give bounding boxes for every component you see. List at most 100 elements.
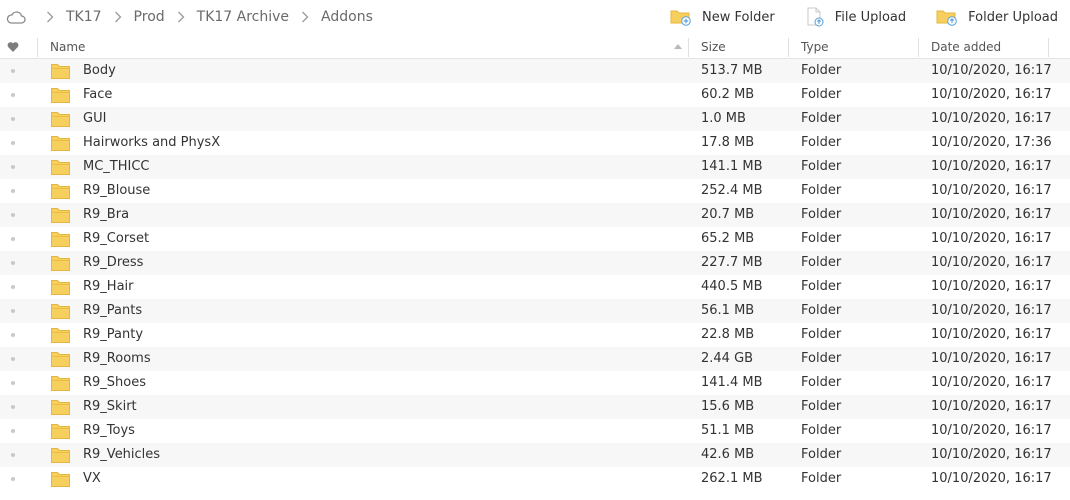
- row-type: Folder: [801, 279, 842, 294]
- row-size: 22.8 MB: [701, 327, 755, 342]
- table-row[interactable]: GUI 1.0 MB Folder 10/10/2020, 16:17: [0, 107, 1070, 131]
- new-folder-label: New Folder: [702, 9, 775, 25]
- folder-icon: [51, 256, 70, 271]
- table-row[interactable]: R9_Corset 65.2 MB Folder 10/10/2020, 16:17: [0, 227, 1070, 251]
- table-row[interactable]: R9_Skirt 15.6 MB Folder 10/10/2020, 16:17: [0, 395, 1070, 419]
- row-name[interactable]: R9_Panty: [83, 323, 143, 347]
- favorite-dot-icon[interactable]: [11, 381, 15, 385]
- row-name[interactable]: Face: [83, 83, 112, 107]
- row-date-added: 10/10/2020, 16:17: [931, 447, 1052, 462]
- row-date-added: 10/10/2020, 16:17: [931, 279, 1052, 294]
- folder-upload-button[interactable]: Folder Upload: [936, 8, 1058, 26]
- file-list: Body 513.7 MB Folder 10/10/2020, 16:17 Face 6…: [0, 59, 1070, 491]
- sort-ascending-icon[interactable]: [674, 44, 682, 49]
- row-type: Folder: [801, 351, 842, 366]
- row-type: Folder: [801, 231, 842, 246]
- row-name[interactable]: R9_Skirt: [83, 395, 137, 419]
- folder-icon: [51, 376, 70, 391]
- column-divider: [918, 38, 919, 57]
- breadcrumb: TK17 Prod TK17 Archive Addons: [6, 6, 373, 28]
- row-type: Folder: [801, 63, 842, 78]
- breadcrumb-item-tk17-archive[interactable]: TK17 Archive: [197, 9, 289, 25]
- table-row[interactable]: R9_Blouse 252.4 MB Folder 10/10/2020, 16:17: [0, 179, 1070, 203]
- new-folder-icon: [670, 10, 691, 26]
- chevron-right-icon: [177, 11, 185, 23]
- folder-icon: [51, 328, 70, 343]
- favorite-dot-icon[interactable]: [11, 285, 15, 289]
- row-name[interactable]: Hairworks and PhysX: [83, 131, 220, 155]
- table-row[interactable]: R9_Hair 440.5 MB Folder 10/10/2020, 16:17: [0, 275, 1070, 299]
- table-row[interactable]: MC_THICC 141.1 MB Folder 10/10/2020, 16:17: [0, 155, 1070, 179]
- row-type: Folder: [801, 399, 842, 414]
- row-type: Folder: [801, 423, 842, 438]
- row-name[interactable]: R9_Shoes: [83, 371, 146, 395]
- row-name[interactable]: GUI: [83, 107, 106, 131]
- table-row[interactable]: R9_Vehicles 42.6 MB Folder 10/10/2020, 16:1…: [0, 443, 1070, 467]
- folder-icon: [51, 64, 70, 79]
- favorite-dot-icon[interactable]: [11, 165, 15, 169]
- column-header-type[interactable]: Type: [801, 36, 829, 58]
- row-name[interactable]: R9_Toys: [83, 419, 135, 443]
- row-type: Folder: [801, 87, 842, 102]
- heart-icon[interactable]: [7, 41, 19, 53]
- favorite-dot-icon[interactable]: [11, 477, 15, 481]
- favorite-dot-icon[interactable]: [11, 69, 15, 73]
- new-folder-button[interactable]: New Folder: [670, 8, 775, 26]
- row-date-added: 10/10/2020, 16:17: [931, 159, 1052, 174]
- table-row[interactable]: VX 262.1 MB Folder 10/10/2020, 16:17: [0, 467, 1070, 491]
- folder-icon: [51, 424, 70, 439]
- row-size: 42.6 MB: [701, 447, 755, 462]
- table-row[interactable]: R9_Rooms 2.44 GB Folder 10/10/2020, 16:17: [0, 347, 1070, 371]
- table-row[interactable]: Hairworks and PhysX 17.8 MB Folder 10/10/20…: [0, 131, 1070, 155]
- column-header-size[interactable]: Size: [701, 36, 726, 58]
- breadcrumb-item-addons[interactable]: Addons: [321, 9, 373, 25]
- cloud-icon[interactable]: [6, 10, 26, 24]
- row-name[interactable]: Body: [83, 59, 116, 83]
- row-name[interactable]: MC_THICC: [83, 155, 150, 179]
- table-row[interactable]: R9_Dress 227.7 MB Folder 10/10/2020, 16:17: [0, 251, 1070, 275]
- row-name[interactable]: R9_Bra: [83, 203, 129, 227]
- row-date-added: 10/10/2020, 16:17: [931, 399, 1052, 414]
- table-row[interactable]: Body 513.7 MB Folder 10/10/2020, 16:17: [0, 59, 1070, 83]
- column-divider: [788, 38, 789, 57]
- row-date-added: 10/10/2020, 16:17: [931, 351, 1052, 366]
- row-name[interactable]: R9_Blouse: [83, 179, 150, 203]
- table-row[interactable]: Face 60.2 MB Folder 10/10/2020, 16:17: [0, 83, 1070, 107]
- row-name[interactable]: R9_Vehicles: [83, 443, 160, 467]
- column-header-name[interactable]: Name: [50, 36, 85, 58]
- table-row[interactable]: R9_Bra 20.7 MB Folder 10/10/2020, 16:17: [0, 203, 1070, 227]
- favorite-dot-icon[interactable]: [11, 453, 15, 457]
- folder-icon: [51, 208, 70, 223]
- favorite-dot-icon[interactable]: [11, 189, 15, 193]
- row-name[interactable]: R9_Pants: [83, 299, 142, 323]
- favorite-dot-icon[interactable]: [11, 405, 15, 409]
- row-date-added: 10/10/2020, 16:17: [931, 111, 1052, 126]
- favorite-dot-icon[interactable]: [11, 213, 15, 217]
- breadcrumb-item-prod[interactable]: Prod: [134, 9, 165, 25]
- row-date-added: 10/10/2020, 16:17: [931, 303, 1052, 318]
- favorite-dot-icon[interactable]: [11, 141, 15, 145]
- column-header-date-added[interactable]: Date added: [931, 36, 1001, 58]
- row-name[interactable]: R9_Hair: [83, 275, 134, 299]
- row-type: Folder: [801, 471, 842, 486]
- table-row[interactable]: R9_Shoes 141.4 MB Folder 10/10/2020, 16:17: [0, 371, 1070, 395]
- row-name[interactable]: R9_Dress: [83, 251, 143, 275]
- column-divider: [1048, 38, 1049, 57]
- table-row[interactable]: R9_Panty 22.8 MB Folder 10/10/2020, 16:17: [0, 323, 1070, 347]
- favorite-dot-icon[interactable]: [11, 117, 15, 121]
- favorite-dot-icon[interactable]: [11, 357, 15, 361]
- row-name[interactable]: R9_Rooms: [83, 347, 151, 371]
- favorite-dot-icon[interactable]: [11, 261, 15, 265]
- row-name[interactable]: VX: [83, 467, 101, 491]
- favorite-dot-icon[interactable]: [11, 429, 15, 433]
- favorite-dot-icon[interactable]: [11, 333, 15, 337]
- row-name[interactable]: R9_Corset: [83, 227, 149, 251]
- file-upload-button[interactable]: File Upload: [805, 7, 906, 27]
- table-row[interactable]: R9_Pants 56.1 MB Folder 10/10/2020, 16:17: [0, 299, 1070, 323]
- favorite-dot-icon[interactable]: [11, 93, 15, 97]
- favorite-dot-icon[interactable]: [11, 237, 15, 241]
- table-row[interactable]: R9_Toys 51.1 MB Folder 10/10/2020, 16:17: [0, 419, 1070, 443]
- row-date-added: 10/10/2020, 16:17: [931, 327, 1052, 342]
- breadcrumb-item-tk17[interactable]: TK17: [66, 9, 102, 25]
- favorite-dot-icon[interactable]: [11, 309, 15, 313]
